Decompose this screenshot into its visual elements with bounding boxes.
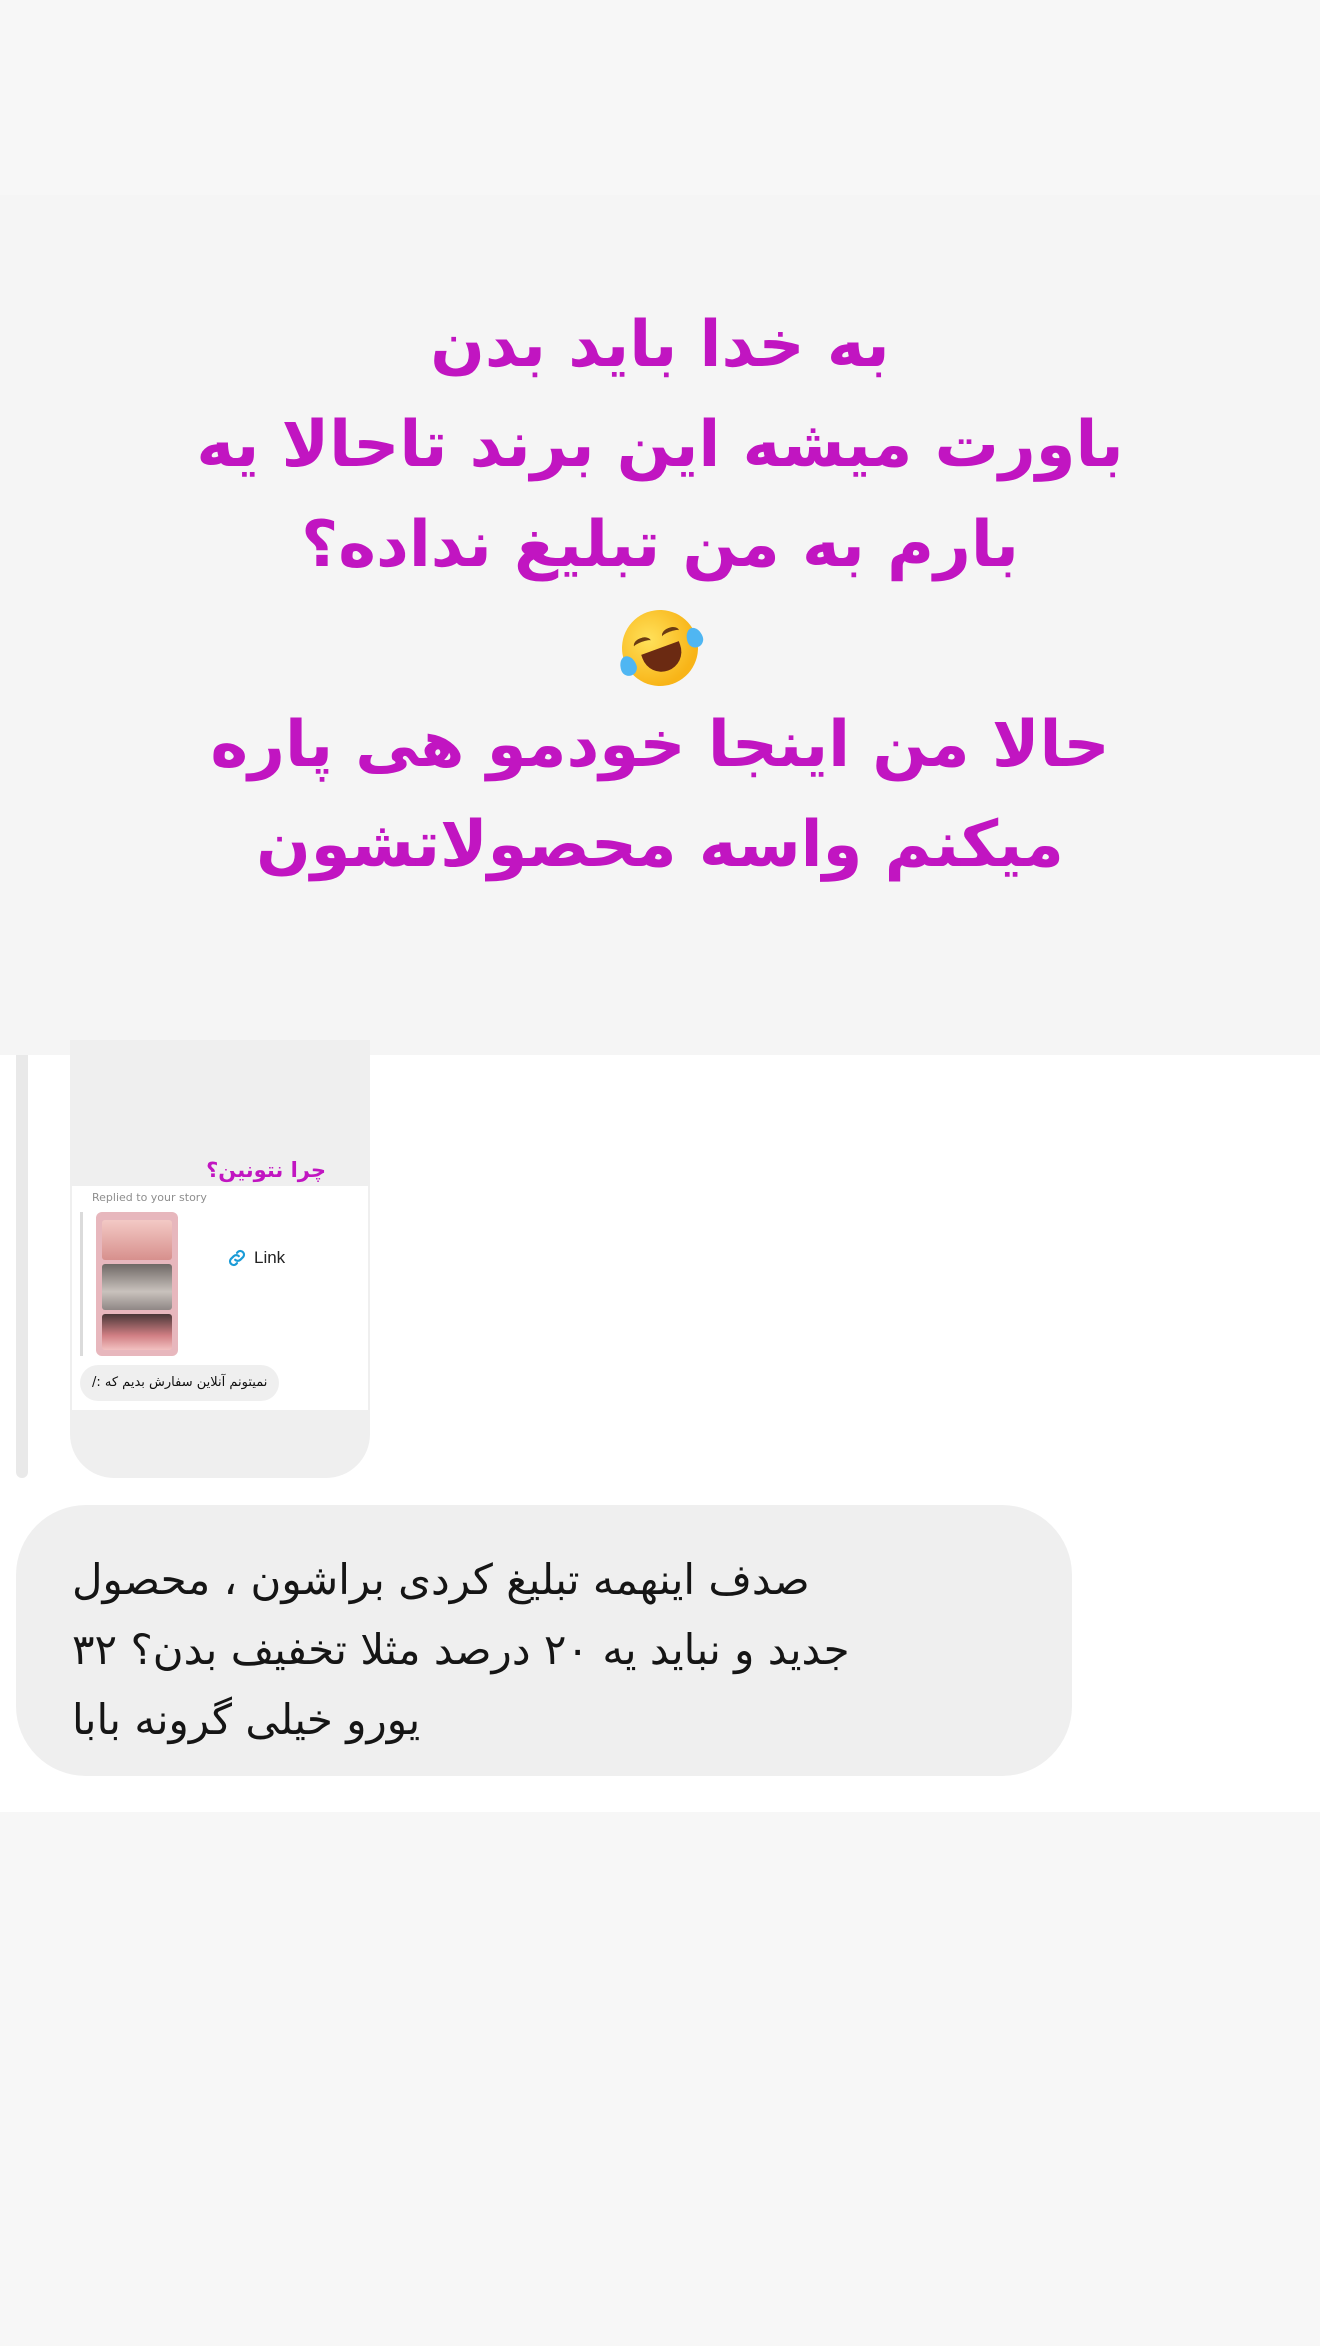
message-bubble[interactable]: صدف اینهمه تبلیغ کردی براشون ، محصول جدی… bbox=[16, 1505, 1072, 1776]
story-link[interactable]: Link bbox=[226, 1246, 285, 1270]
thumbnail-lips-top bbox=[102, 1220, 172, 1260]
thumbnail-figure bbox=[102, 1264, 172, 1310]
thread-left-rule bbox=[16, 1055, 28, 1478]
link-icon bbox=[228, 1249, 246, 1267]
overlay-line-5: میکنم واسه محصولاتشون bbox=[256, 808, 1064, 882]
story-reply-text: نمیتونم آنلاین سفارش بدیم که :/ bbox=[80, 1365, 280, 1401]
link-label: Link bbox=[254, 1248, 286, 1267]
screenshot: به خدا باید بدن باورت میشه این برند تاحا… bbox=[0, 0, 1320, 2346]
message-line-3: یورو خیلی گرونه بابا bbox=[72, 1695, 421, 1744]
overlay-line-4: حالا من اینجا خودمو هی پاره bbox=[210, 708, 1110, 782]
overlay-line-1: به خدا باید بدن bbox=[430, 308, 890, 382]
overlay-emoji-line bbox=[0, 595, 1320, 698]
overlay-line-3: بارم به من تبلیغ نداده؟ bbox=[301, 508, 1019, 582]
message-line-1: صدف اینهمه تبلیغ کردی براشون ، محصول bbox=[72, 1555, 810, 1604]
story-caption: چرا نتونین؟ bbox=[206, 1158, 326, 1182]
emoji-tear-left bbox=[617, 654, 640, 679]
quote-bar bbox=[80, 1212, 83, 1356]
story-overlay-text: به خدا باید بدن باورت میشه این برند تاحا… bbox=[0, 295, 1320, 895]
emoji-tear-right bbox=[683, 625, 706, 651]
top-blank-area bbox=[0, 0, 1320, 195]
overlay-line-2: باورت میشه این برند تاحالا یه bbox=[196, 408, 1124, 482]
story-thumbnail[interactable] bbox=[96, 1212, 178, 1356]
message-line-2: جدید و نباید یه ۲۰ درصد مثلا تخفیف بدن؟ … bbox=[72, 1625, 850, 1674]
message-text: صدف اینهمه تبلیغ کردی براشون ، محصول جدی… bbox=[72, 1545, 1032, 1755]
thumbnail-lips-bottom bbox=[102, 1314, 172, 1350]
emoji-mouth bbox=[641, 641, 688, 678]
replied-to-story-label: Replied to your story bbox=[92, 1191, 207, 1204]
laughing-emoji-icon bbox=[611, 599, 709, 698]
